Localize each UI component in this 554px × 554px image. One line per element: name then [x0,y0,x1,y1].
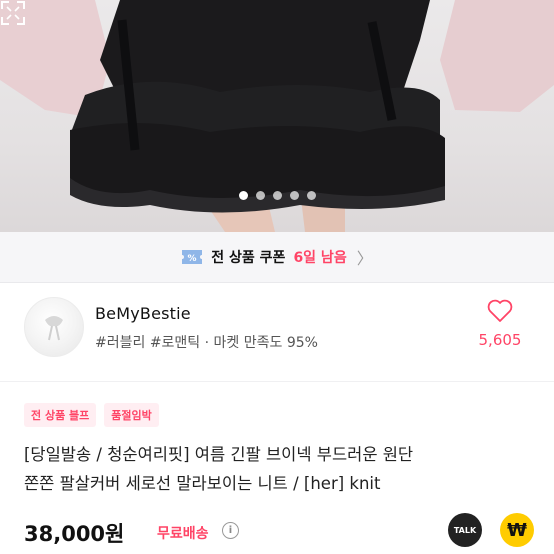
price-row: 38,000원 무료배송 i TALK ₩ [24,513,534,548]
product-price: 38,000원 [24,522,125,546]
info-icon[interactable]: i [222,522,239,539]
carousel-dot[interactable] [306,191,316,200]
seller-avatar[interactable] [24,297,84,357]
badge-list: 전 상품 블프 품절임박 [24,403,159,427]
product-title-line: 쫀쫀 팔살커버 세로선 말라보이는 니트 / [her] knit [24,474,381,493]
talk-icon[interactable]: TALK [448,513,482,547]
free-shipping-label: 무료배송 [157,526,209,542]
chevron-right-icon: 〉 [356,249,373,268]
pay-icon[interactable]: ₩ [500,513,534,547]
product-photo[interactable] [0,0,554,232]
carousel-dot[interactable] [238,191,248,200]
carousel-dot[interactable] [289,191,299,200]
carousel-dots[interactable] [0,191,554,200]
like-count: 5,605 [478,331,522,349]
carousel-dot[interactable] [255,191,265,200]
svg-text:%: % [188,254,197,264]
carousel-dot[interactable] [272,191,282,200]
seller-name[interactable]: BeMyBestie [95,304,191,323]
product-title: [당일발송 / 청순여리핏] 여름 긴팔 브이넥 부드러운 원단 쫀쫀 팔살커버… [24,440,534,498]
seller-tags: #러블리 #로맨틱 · 마켓 만족도 95% [95,335,318,351]
coupon-remaining: 6일 남음 [293,250,347,266]
coupon-text: 전 상품 쿠폰 [211,250,286,266]
heart-icon[interactable] [487,299,513,323]
product-title-line: [당일발송 / 청순여리핏] 여름 긴팔 브이넥 부드러운 원단 [24,445,414,464]
like-button[interactable]: 5,605 [470,299,530,349]
expand-icon[interactable] [0,0,26,26]
avatar-image [45,316,63,341]
divider [0,381,554,382]
badge-black-friday: 전 상품 블프 [24,403,97,427]
coupon-ticket-icon: % [182,250,203,264]
badge-almost-sold-out: 품절임박 [104,403,159,427]
coupon-banner[interactable]: % 전 상품 쿠폰 6일 남음 〉 [0,232,554,282]
seller-section[interactable]: BeMyBestie #러블리 #로맨틱 · 마켓 만족도 95% 5,605 [0,283,554,381]
